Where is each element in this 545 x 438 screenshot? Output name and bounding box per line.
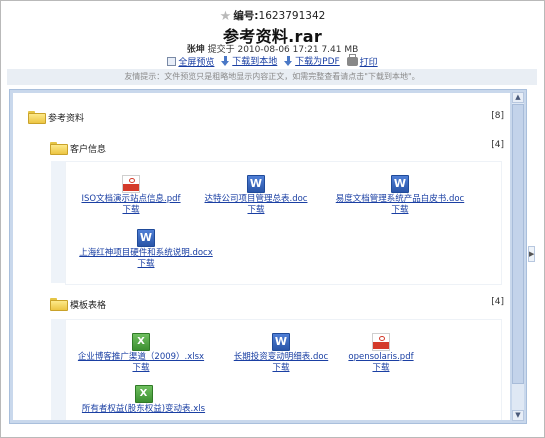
print-icon [346,53,358,66]
full-preview-link[interactable]: 全屏预览 [178,55,214,68]
scroll-down-arrow-icon[interactable]: ▼ [512,410,524,421]
file-item: W 易度文档管理系统产品白皮书.doc 下载 [325,175,475,216]
pdf-file-icon [122,175,140,193]
number-label: 编号: [233,10,259,22]
folder-name: 客户信息 [70,144,107,155]
file-name-link[interactable]: 达特公司项目管理总表.doc [196,194,316,205]
folder-count: [4] [491,297,504,307]
folder-count: [4] [491,140,504,150]
preview-icon [167,56,177,66]
download-link[interactable]: 下载 [71,363,211,374]
download-arrow-icon [284,55,293,66]
download-link[interactable]: 下载 [221,363,341,374]
excel-file-icon: X [134,385,153,403]
download-link[interactable]: 下载 [196,205,316,216]
pdf-file-icon [372,333,390,351]
download-link[interactable]: 下载 [341,363,421,374]
word-file-icon: W [272,333,290,351]
vertical-scrollbar[interactable]: ▲ ▼ [512,92,524,421]
file-item: W 上海红神项目硬件和系统说明.docx 下载 [71,229,221,270]
folder-icon [50,297,68,311]
file-name-link[interactable]: 易度文档管理系统产品白皮书.doc [325,194,475,205]
scroll-thumb[interactable] [512,104,524,384]
file-item: W 长期投资变动明细表.doc 下载 [221,333,341,374]
download-link[interactable]: 下载 [71,259,221,270]
document-number: ★ 编号:1623791342 [0,8,545,24]
word-file-icon: W [137,229,155,247]
download-pdf-link[interactable]: 下载为PDF [295,54,340,67]
file-name-link[interactable]: 长期投资变动明细表.doc [221,352,341,363]
file-item: W 达特公司项目管理总表.doc 下载 [196,175,316,216]
file-item: ISO文档演示站点信息.pdf 下载 [71,175,191,216]
word-file-icon: W [391,175,409,193]
preview-panel: 参考资料 [8] 客户信息 [4] ISO文档演示站点信息.pdf 下载 W 达… [9,89,527,424]
download-link[interactable]: 下载 [71,205,191,216]
notice-bar: 友情提示：文件预览只是粗略地显示内容正文，如需完整查看请点击"下载到本地"。 [7,69,537,85]
print-link[interactable]: 打印 [360,55,378,68]
action-toolbar: 全屏预览 下载到本地 下载为PDF 打印 [0,53,545,69]
folder-name: 参考资料 [48,113,85,124]
folder-templates[interactable]: 模板表格 [50,297,106,311]
file-name-link[interactable]: 上海红神项目硬件和系统说明.docx [71,248,221,259]
file-item: X 所有者权益(股东权益)变动表.xls [71,385,216,415]
expand-arrow-icon[interactable]: ▶ [528,246,535,262]
file-name-link[interactable]: ISO文档演示站点信息.pdf [71,194,191,205]
folder-count: [8] [491,111,504,121]
star-icon[interactable]: ★ [220,9,232,24]
file-name-link[interactable]: opensolaris.pdf [341,352,421,363]
download-arrow-icon [221,55,230,66]
scroll-up-arrow-icon[interactable]: ▲ [512,92,524,103]
download-local-link[interactable]: 下载到本地 [232,54,277,67]
folder-icon [50,141,68,155]
number-value: 1623791342 [258,10,326,22]
folder-customer-info[interactable]: 客户信息 [50,141,106,155]
file-name-link[interactable]: 所有者权益(股东权益)变动表.xls [71,404,216,415]
download-link[interactable]: 下载 [325,205,475,216]
excel-file-icon: X [132,333,150,351]
file-name-link[interactable]: 企业博客推广渠道（2009）.xlsx [71,352,211,363]
file-item: X 企业博客推广渠道（2009）.xlsx 下载 [71,333,211,374]
folder-root[interactable]: 参考资料 [28,110,84,124]
word-file-icon: W [247,175,265,193]
preview-content: 参考资料 [8] 客户信息 [4] ISO文档演示站点信息.pdf 下载 W 达… [13,93,510,420]
folder-name: 模板表格 [70,300,107,311]
file-item: opensolaris.pdf 下载 [341,333,421,374]
folder-icon [28,110,46,124]
